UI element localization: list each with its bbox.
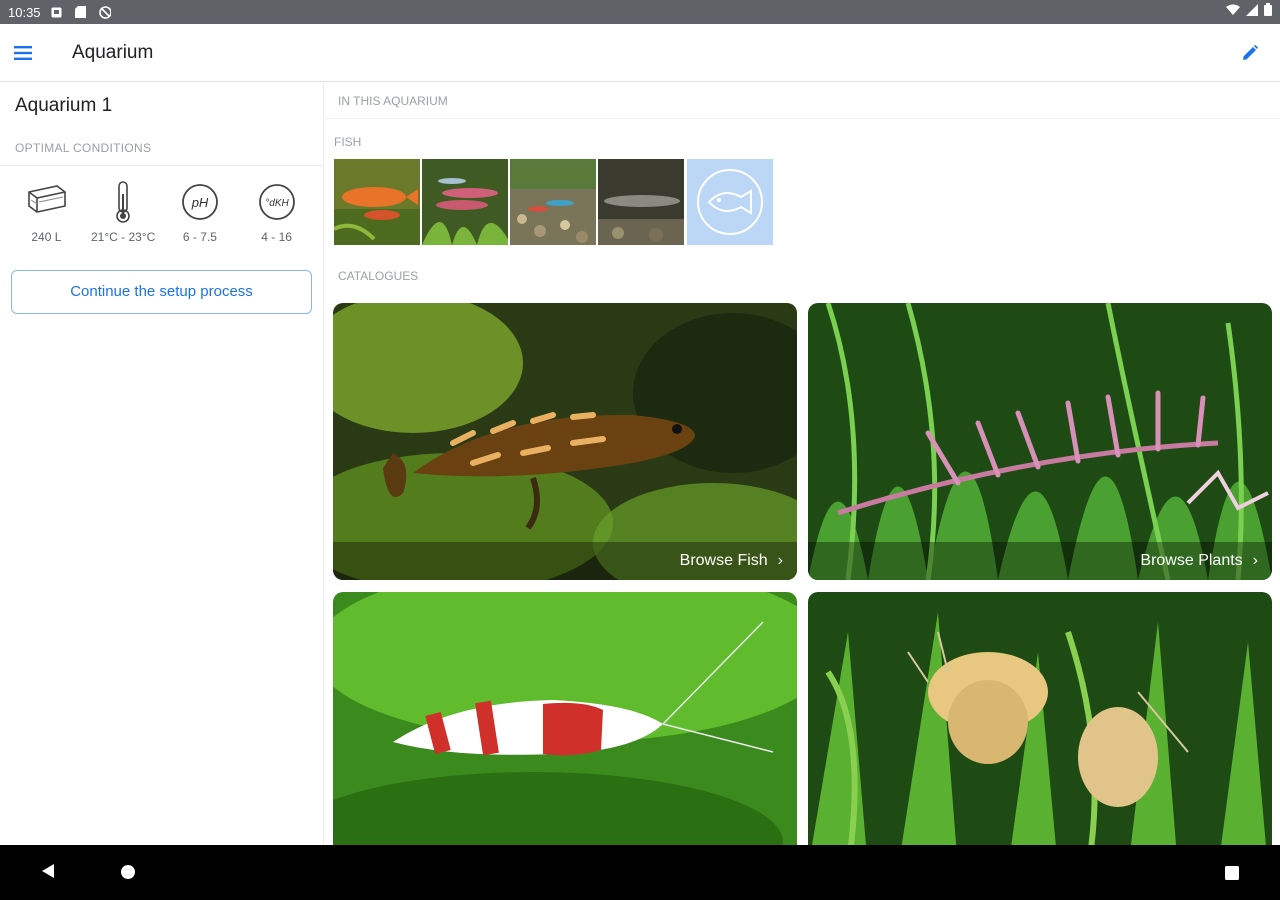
back-button[interactable] xyxy=(40,863,56,884)
condition-volume: 240 L xyxy=(8,180,85,244)
menu-button[interactable] xyxy=(0,31,44,75)
notification-icon xyxy=(51,6,63,18)
add-fish-tile[interactable] xyxy=(687,159,773,245)
snails-photo xyxy=(808,592,1272,845)
home-circle-icon xyxy=(121,865,135,879)
condition-temperature: 21°C - 23°C xyxy=(85,180,162,244)
hamburger-icon xyxy=(14,45,32,60)
fish-photo-4 xyxy=(598,159,684,245)
fish-photo xyxy=(333,303,797,580)
fish-thumbnails xyxy=(325,159,1280,245)
tank-volume-icon xyxy=(28,185,67,213)
browse-plants-caption: Browse Plants › xyxy=(808,542,1272,580)
browse-plants-label: Browse Plants xyxy=(1140,552,1243,569)
back-triangle-icon xyxy=(42,864,54,878)
signal-icon xyxy=(1246,3,1258,21)
condition-dkh-value: 4 - 16 xyxy=(261,230,292,244)
thermometer-icon xyxy=(116,181,130,223)
fish-thumbnail[interactable] xyxy=(422,159,508,245)
in-this-aquarium-header: IN THIS AQUARIUM xyxy=(325,83,1280,119)
condition-temperature-value: 21°C - 23°C xyxy=(90,230,156,244)
fish-photo-2 xyxy=(422,159,508,245)
browse-fish-card[interactable]: Browse Fish › xyxy=(333,303,797,580)
fish-thumbnail[interactable] xyxy=(334,159,420,245)
app-bar: Aquarium xyxy=(0,24,1280,82)
status-bar: 10:35 xyxy=(0,0,1280,24)
fish-outline-icon xyxy=(697,169,763,235)
system-navigation-bar xyxy=(0,845,1280,900)
recents-button[interactable] xyxy=(1224,865,1240,886)
browse-fish-label: Browse Fish xyxy=(679,552,768,569)
edit-button[interactable] xyxy=(1230,33,1270,73)
fish-thumbnail[interactable] xyxy=(598,159,684,245)
sd-card-icon xyxy=(75,6,87,18)
browse-fish-caption: Browse Fish › xyxy=(333,542,797,580)
ph-icon: pH xyxy=(181,184,218,220)
plants-photo xyxy=(808,303,1272,580)
browse-snails-card[interactable] xyxy=(808,592,1272,845)
optimal-conditions-label: OPTIMAL CONDITIONS xyxy=(0,127,323,166)
condition-ph: pH 6 - 7.5 xyxy=(162,180,239,244)
do-not-disturb-icon xyxy=(98,5,111,19)
ph-icon-text: pH xyxy=(191,195,209,210)
wifi-icon xyxy=(1226,3,1240,21)
condition-ph-value: 6 - 7.5 xyxy=(182,230,217,244)
fish-thumbnail[interactable] xyxy=(510,159,596,245)
aquarium-contents-panel: IN THIS AQUARIUM FISH CATALOGUES Browse … xyxy=(325,83,1280,845)
catalogues-label: CATALOGUES xyxy=(338,269,419,283)
continue-setup-button[interactable]: Continue the setup process xyxy=(11,270,312,314)
dkh-icon-text: °dKH xyxy=(265,198,289,209)
fish-photo-1 xyxy=(334,159,420,245)
aquarium-details-panel: Aquarium 1 OPTIMAL CONDITIONS 240 L 21°C… xyxy=(0,83,324,845)
aquarium-name: Aquarium 1 xyxy=(15,95,113,116)
battery-icon xyxy=(1264,3,1272,21)
status-time: 10:35 xyxy=(8,4,41,20)
dkh-icon: °dKH xyxy=(258,184,295,220)
condition-dkh: °dKH 4 - 16 xyxy=(238,180,315,244)
page-title: Aquarium xyxy=(72,41,154,63)
browse-plants-card[interactable]: Browse Plants › xyxy=(808,303,1272,580)
home-button[interactable] xyxy=(120,864,136,885)
conditions-row: 240 L 21°C - 23°C pH 6 - 7.5 °dKH 4 - 16 xyxy=(0,166,323,244)
shrimp-photo xyxy=(333,592,797,845)
recents-square-icon xyxy=(1225,866,1239,880)
condition-volume-value: 240 L xyxy=(31,230,62,244)
chevron-right-icon: › xyxy=(1252,552,1258,569)
fish-section-label: FISH xyxy=(334,135,362,149)
pencil-icon xyxy=(1243,44,1258,60)
browse-shrimp-card[interactable] xyxy=(333,592,797,845)
chevron-right-icon: › xyxy=(777,552,783,569)
fish-photo-3 xyxy=(510,159,596,245)
